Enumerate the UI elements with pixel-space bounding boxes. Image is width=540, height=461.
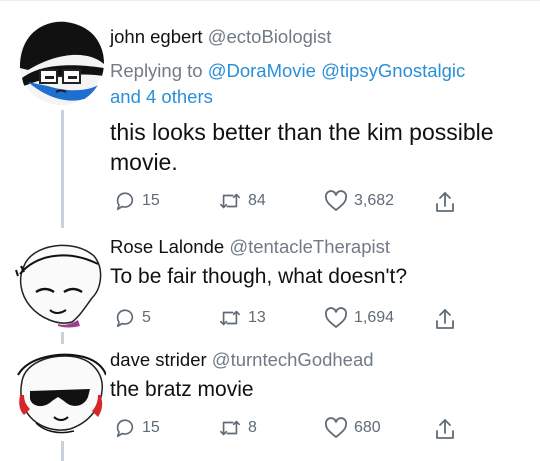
like-icon	[324, 190, 348, 211]
retweet-count: 13	[248, 309, 266, 326]
reply-button[interactable]: 15	[114, 190, 160, 212]
share-icon	[436, 309, 454, 329]
replying-mentions[interactable]: @DoraMovie @tipsyGnostalgic	[208, 60, 466, 81]
replying-to: Replying to @DoraMovie @tipsyGnostalgic …	[110, 58, 530, 110]
share-icon	[436, 419, 454, 439]
reply-count: 15	[142, 192, 160, 209]
retweet-button[interactable]: 84	[218, 190, 266, 212]
display-name[interactable]: dave strider	[110, 349, 207, 370]
tweet-dave-strider[interactable]: dave strider @turntechGodhead the bratz …	[0, 345, 540, 461]
tweet-rose-lalonde[interactable]: Rose Lalonde @tentacleTherapist To be fa…	[0, 230, 540, 345]
tweet-actions: 15 8 680	[0, 417, 540, 443]
username[interactable]: @turntechGodhead	[212, 349, 374, 370]
reply-icon	[116, 419, 134, 438]
share-button[interactable]	[434, 190, 456, 214]
reply-icon	[116, 192, 134, 211]
share-icon	[436, 192, 454, 212]
avatar-john-egbert[interactable]	[18, 20, 104, 106]
like-icon	[324, 307, 348, 328]
reply-button[interactable]: 5	[114, 307, 151, 329]
retweet-button[interactable]: 8	[218, 417, 257, 439]
tweet-text: this looks better than the kim possible …	[110, 119, 494, 175]
reply-icon	[116, 309, 134, 328]
tweet-text: the bratz movie	[110, 378, 254, 401]
tweet-john-egbert[interactable]: john egbert @ectoBiologist Replying to @…	[0, 0, 540, 230]
tweet-header: dave strider @turntechGodhead	[110, 349, 374, 371]
retweet-icon	[220, 420, 240, 436]
retweet-icon	[220, 310, 240, 326]
thread-line	[61, 332, 64, 344]
username[interactable]: @tentacleTherapist	[229, 236, 390, 257]
reply-button[interactable]: 15	[114, 417, 160, 439]
like-icon	[324, 417, 348, 438]
thread-line	[61, 441, 64, 461]
replying-others-link[interactable]: and 4 others	[110, 86, 213, 107]
replying-prefix: Replying to	[110, 60, 203, 81]
retweet-icon	[220, 193, 240, 209]
like-count: 3,682	[354, 192, 395, 209]
like-button[interactable]: 1,694	[324, 307, 394, 329]
retweet-count: 8	[248, 419, 257, 436]
reply-count: 15	[142, 419, 160, 436]
like-count: 680	[354, 419, 381, 436]
tweet-text: To be fair though, what doesn't?	[110, 265, 408, 288]
tweet-actions: 5 13 1,694	[0, 307, 540, 333]
like-button[interactable]: 3,682	[324, 190, 394, 212]
like-count: 1,694	[354, 309, 395, 326]
retweet-button[interactable]: 13	[218, 307, 266, 329]
tweet-actions: 15 84 3,682	[0, 190, 540, 216]
share-button[interactable]	[434, 417, 456, 441]
like-button[interactable]: 680	[324, 417, 381, 439]
display-name[interactable]: john egbert	[110, 26, 203, 47]
tweet-header: john egbert @ectoBiologist	[110, 26, 331, 48]
share-button[interactable]	[434, 307, 456, 331]
tweet-header: Rose Lalonde @tentacleTherapist	[110, 236, 390, 258]
reply-count: 5	[142, 309, 151, 326]
retweet-count: 84	[248, 192, 266, 209]
display-name[interactable]: Rose Lalonde	[110, 236, 224, 257]
username[interactable]: @ectoBiologist	[208, 26, 332, 47]
